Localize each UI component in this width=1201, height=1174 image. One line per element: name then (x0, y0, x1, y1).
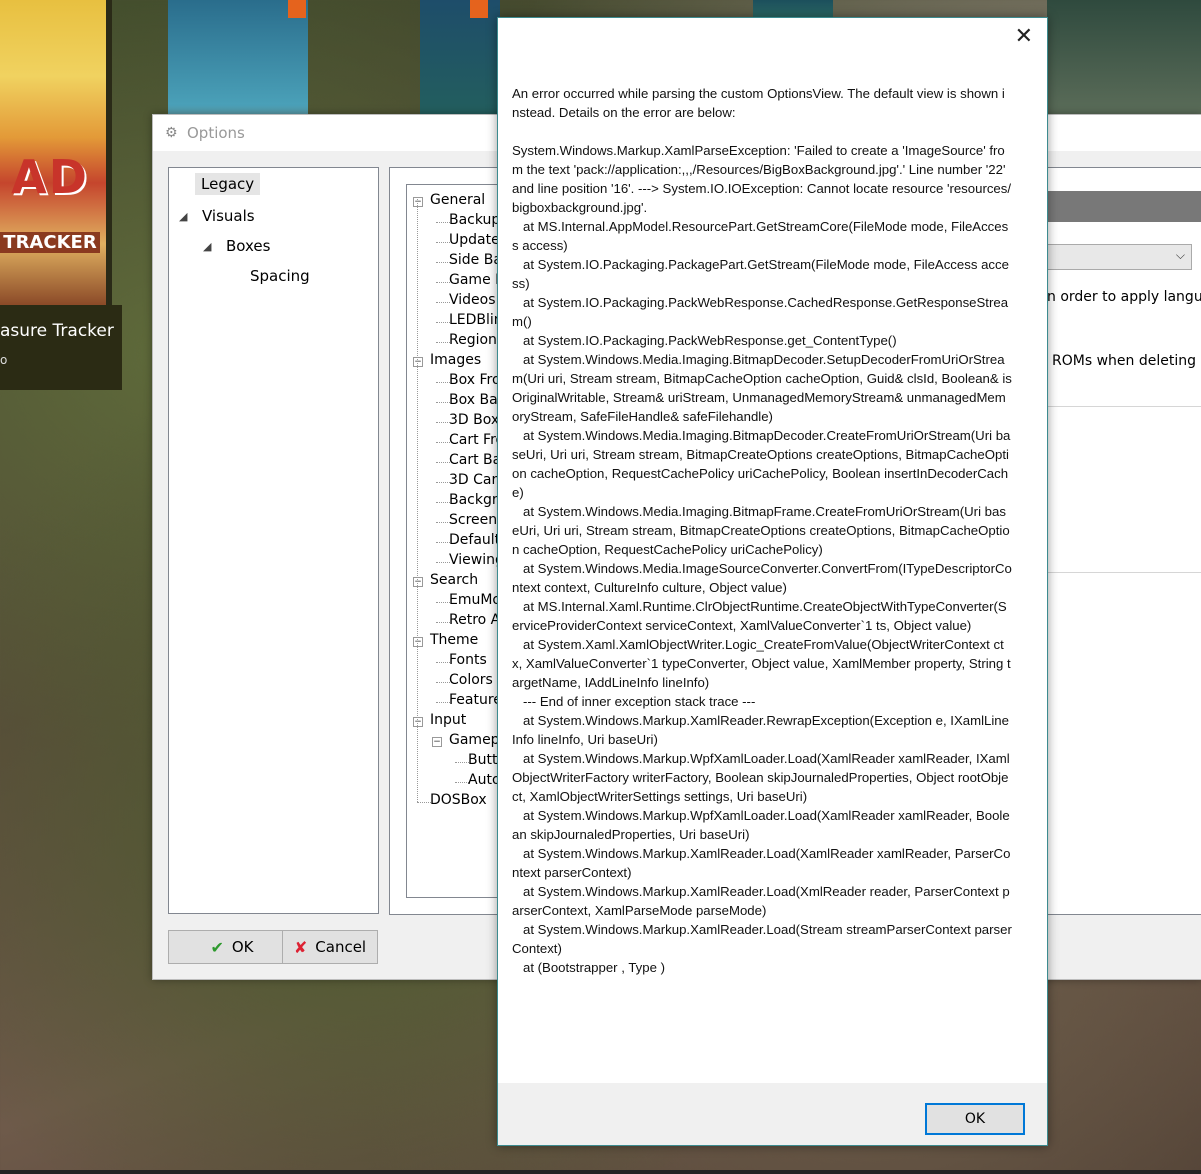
expand-arrow-icon[interactable]: ◢ (179, 210, 187, 223)
game-title-caption: asure Tracker (0, 321, 114, 341)
tree-item-spacing[interactable]: Spacing (250, 267, 310, 285)
cover-art-title: AD (11, 150, 89, 204)
tree-connector (417, 802, 431, 803)
tree-item-boxes[interactable]: Boxes (226, 237, 270, 255)
tree-connector (436, 222, 450, 223)
expand-arrow-icon[interactable]: ◢ (203, 240, 211, 253)
tree-connector (436, 442, 450, 443)
language-dropdown[interactable]: ⌵ (1047, 244, 1192, 270)
gear-icon: ⚙ (165, 125, 178, 141)
tree-connector (455, 762, 469, 763)
tree-connector (436, 522, 450, 523)
tree-item-input[interactable]: Input (430, 712, 466, 728)
tree-item-retro-a[interactable]: Retro A (449, 612, 500, 628)
tree-connector (417, 197, 418, 802)
tree-item-3d-box[interactable]: 3D Box (449, 412, 499, 428)
tree-item-auto[interactable]: Auto (468, 772, 501, 788)
tree-connector (455, 782, 469, 783)
tree-item-images[interactable]: Images (430, 352, 481, 368)
tree-connector (436, 702, 450, 703)
tree-item-videos[interactable]: Videos (449, 292, 496, 308)
tree-item-3d-cart[interactable]: 3D Cart (449, 472, 503, 488)
cancel-x-icon: ✘ (293, 937, 308, 957)
tree-connector (436, 242, 450, 243)
tree-connector (436, 462, 450, 463)
tree-connector (436, 482, 450, 483)
tree-connector (436, 562, 450, 563)
tree-expander-icon[interactable]: − (413, 577, 423, 587)
tree-connector (436, 422, 450, 423)
tree-connector (436, 282, 450, 283)
tree-item-legacy[interactable]: Legacy (195, 173, 261, 195)
tree-expander-icon[interactable]: − (413, 357, 423, 367)
tree-item-fonts[interactable]: Fonts (449, 652, 487, 668)
options-title: Options (187, 124, 245, 142)
tree-item-general[interactable]: General (430, 192, 485, 208)
tree-item-colors[interactable]: Colors (449, 672, 493, 688)
tree-connector (436, 502, 450, 503)
close-icon[interactable]: ✕ (1015, 24, 1033, 49)
cancel-button[interactable]: ✘ Cancel (282, 930, 378, 964)
nintendo-badge-icon (288, 0, 306, 18)
tree-connector (436, 322, 450, 323)
tree-connector (436, 622, 450, 623)
tree-connector (436, 602, 450, 603)
tree-connector (436, 382, 450, 383)
taskbar-edge (0, 1170, 1201, 1174)
tree-item-dosbox[interactable]: DOSBox (430, 792, 487, 808)
tree-item-viewing[interactable]: Viewing (449, 552, 504, 568)
dialog-footer: OK (498, 1083, 1047, 1145)
error-message: An error occurred while parsing the cust… (512, 86, 1012, 975)
dialog-ok-button[interactable]: OK (925, 1103, 1025, 1135)
tree-expander-icon[interactable]: − (432, 737, 442, 747)
tree-connector (436, 342, 450, 343)
tree-item-theme[interactable]: Theme (430, 632, 478, 648)
section-header-bar (1047, 191, 1201, 222)
ok-button[interactable]: ✔ OK (168, 930, 296, 964)
nintendo-badge-icon (470, 0, 488, 18)
tree-connector (436, 302, 450, 303)
tree-item-region[interactable]: Region (449, 332, 497, 348)
delete-roms-option-label: ROMs when deleting gam (1052, 353, 1201, 369)
language-restart-note: n order to apply language (1047, 289, 1201, 305)
tree-expander-icon[interactable]: − (413, 637, 423, 647)
tree-connector (436, 662, 450, 663)
tree-item-cart-fro[interactable]: Cart Fro (449, 432, 504, 448)
cover-art-subtitle: TRACKER (0, 232, 100, 253)
tree-connector (436, 402, 450, 403)
tree-item-default[interactable]: Default (449, 532, 500, 548)
game-caption-panel: asure Tracker o (0, 305, 122, 390)
tree-item-search[interactable]: Search (430, 572, 478, 588)
tree-connector (436, 542, 450, 543)
checkmark-icon: ✔ (210, 937, 224, 957)
game-subcaption: o (0, 353, 8, 367)
options-category-tree: Legacy ◢ Visuals ◢ Boxes Spacing (168, 167, 379, 914)
chevron-down-icon: ⌵ (1175, 248, 1185, 262)
cancel-button-label: Cancel (315, 938, 367, 956)
game-cover-toad[interactable]: AD TRACKER (0, 0, 112, 305)
divider (1047, 406, 1201, 407)
tree-connector (436, 262, 450, 263)
ok-button-label: OK (231, 938, 254, 956)
tree-connector (436, 682, 450, 683)
error-dialog: ✕ An error occurred while parsing the cu… (497, 17, 1048, 1146)
divider (1047, 572, 1201, 573)
game-cover-art: AD TRACKER (0, 0, 106, 305)
tree-expander-icon[interactable]: − (413, 197, 423, 207)
tree-expander-icon[interactable]: − (413, 717, 423, 727)
tree-item-box-fro[interactable]: Box Fro (449, 372, 501, 388)
game-cover-4[interactable] (1047, 0, 1201, 120)
tree-item-visuals[interactable]: Visuals (202, 207, 255, 225)
legacy-options-tree: − General Backups Updates Side Bar Game D Vide… (406, 184, 508, 898)
